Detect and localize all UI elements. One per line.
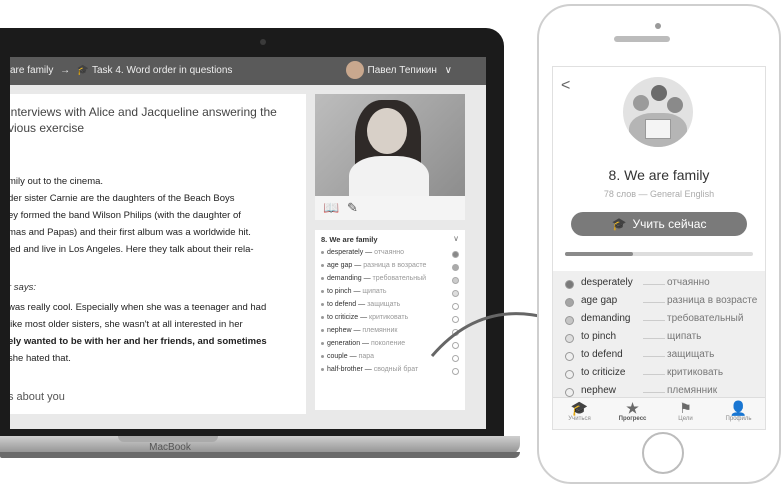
word-row[interactable]: age gap разница в возрасте — [553, 293, 765, 311]
translation: щипать — [667, 331, 702, 342]
divider — [643, 338, 665, 339]
word: age gap — [581, 295, 618, 306]
back-icon[interactable]: < — [561, 77, 570, 95]
divider — [643, 374, 665, 375]
word: demanding — [581, 313, 631, 324]
word-row[interactable]: demanding требовательный — [553, 311, 765, 329]
word-list: desperately отчаянно age gap разница в воз… — [553, 271, 765, 397]
nav-label: Цели — [678, 416, 693, 422]
learned-state-icon — [565, 280, 574, 289]
word-row[interactable]: to criticize критиковать — [553, 365, 765, 383]
divider — [643, 302, 665, 303]
learned-state-icon — [565, 352, 574, 361]
divider — [643, 392, 665, 393]
course-subtitle: 78 слов — General English — [603, 189, 715, 199]
nav-goals[interactable]: ⚑ Цели — [659, 400, 712, 422]
word: desperately — [581, 277, 633, 288]
phone-camera — [655, 23, 661, 29]
divider — [643, 320, 665, 321]
nav-label: Прогресс — [618, 416, 647, 422]
user-icon: 👤 — [729, 400, 748, 416]
learned-state-icon — [565, 370, 574, 379]
learn-now-label: Учить сейчас — [632, 217, 707, 231]
phone-screen: < 8. We are family 78 слов — General Eng… — [552, 66, 766, 430]
divider — [643, 284, 665, 285]
nav-label: Профиль — [725, 416, 752, 422]
translation: разница в возрасте — [667, 295, 758, 306]
arrow-curve — [430, 312, 549, 357]
phone-speaker — [614, 36, 670, 42]
flag-icon: ⚑ — [679, 400, 692, 416]
word: nephew — [581, 385, 617, 396]
bottom-nav: 🎓 Учиться ★ Прогресс ⚑ Цели 👤 Профиль — [553, 397, 765, 429]
translation: племянник — [667, 385, 718, 396]
word: to criticize — [581, 367, 626, 378]
family-face — [667, 97, 683, 113]
nav-profile[interactable]: 👤 Профиль — [712, 400, 765, 422]
learned-state-icon — [565, 334, 574, 343]
nav-label: Учиться — [568, 416, 591, 422]
star-icon: ★ — [626, 400, 639, 416]
divider — [643, 356, 665, 357]
translation: требовательный — [667, 313, 744, 324]
progress-bar — [565, 252, 753, 256]
family-illustration — [623, 77, 693, 147]
translation: критиковать — [667, 367, 724, 378]
nav-learn[interactable]: 🎓 Учиться — [553, 400, 606, 422]
family-face — [633, 95, 649, 111]
nav-progress[interactable]: ★ Прогресс — [606, 400, 659, 422]
family-face — [651, 85, 667, 101]
progress-bar-fill — [565, 252, 633, 256]
translation: защищать — [667, 349, 715, 360]
translation: отчаянно — [667, 277, 710, 288]
home-button[interactable] — [642, 432, 684, 474]
course-title: 8. We are family — [608, 167, 710, 183]
word: to defend — [581, 349, 623, 360]
learned-state-icon — [565, 388, 574, 397]
cake — [645, 119, 671, 139]
word-row[interactable]: desperately отчаянно — [553, 275, 765, 293]
learned-state-icon — [565, 316, 574, 325]
word-row[interactable]: to pinch щипать — [553, 329, 765, 347]
learn-now-button[interactable]: 🎓 Учить сейчас — [571, 212, 747, 236]
word: to pinch — [581, 331, 617, 342]
word-row[interactable]: to defend защищать — [553, 347, 765, 365]
learned-state-icon — [565, 298, 574, 307]
graduation-cap-icon: 🎓 — [570, 400, 589, 416]
graduation-cap-icon: 🎓 — [611, 217, 627, 231]
